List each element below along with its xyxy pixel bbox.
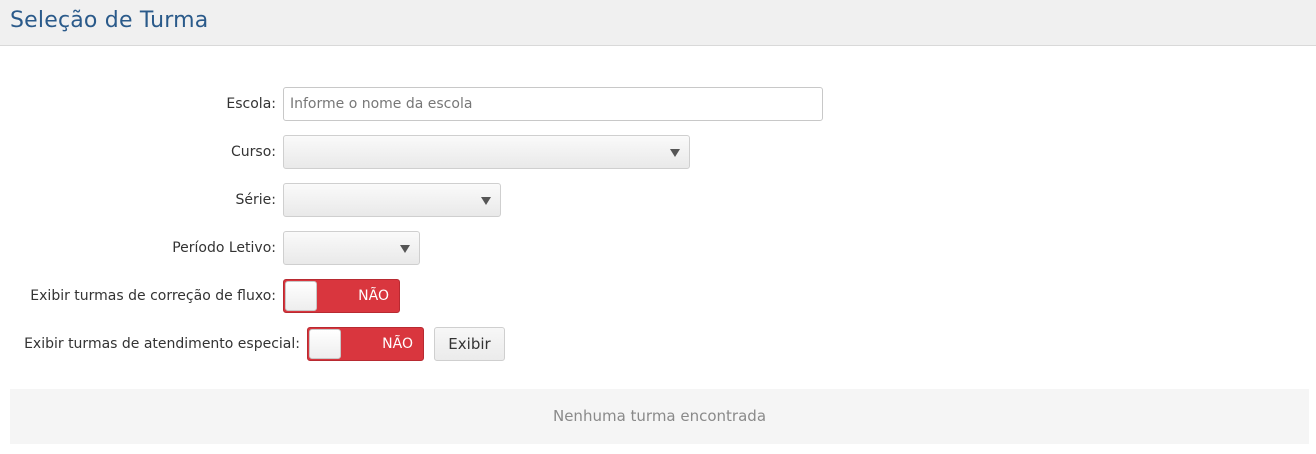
chevron-down-icon [400, 245, 410, 253]
atendimento-especial-label: Exibir turmas de atendimento especial: [24, 336, 300, 352]
toggle-knob [285, 281, 317, 311]
toggle-state-text: NÃO [382, 336, 413, 352]
periodo-letivo-select[interactable] [283, 231, 420, 265]
correcao-fluxo-toggle[interactable]: NÃO [283, 279, 400, 313]
chevron-down-icon [481, 197, 491, 205]
chevron-down-icon [670, 149, 680, 157]
exibir-button[interactable]: Exibir [434, 327, 505, 361]
curso-label: Curso: [231, 144, 276, 160]
escola-input[interactable] [283, 87, 823, 121]
toggle-knob [309, 329, 341, 359]
serie-select[interactable] [283, 183, 501, 217]
curso-select[interactable] [283, 135, 690, 169]
serie-label: Série: [235, 192, 276, 208]
correcao-fluxo-label: Exibir turmas de correção de fluxo: [30, 288, 276, 304]
page-title: Seleção de Turma [10, 8, 209, 33]
toggle-state-text: NÃO [358, 288, 389, 304]
atendimento-especial-toggle[interactable]: NÃO [307, 327, 424, 361]
page-header: Seleção de Turma [0, 0, 1316, 46]
empty-results-message: Nenhuma turma encontrada [10, 389, 1309, 444]
periodo-letivo-label: Período Letivo: [172, 240, 276, 256]
escola-label: Escola: [226, 96, 276, 112]
